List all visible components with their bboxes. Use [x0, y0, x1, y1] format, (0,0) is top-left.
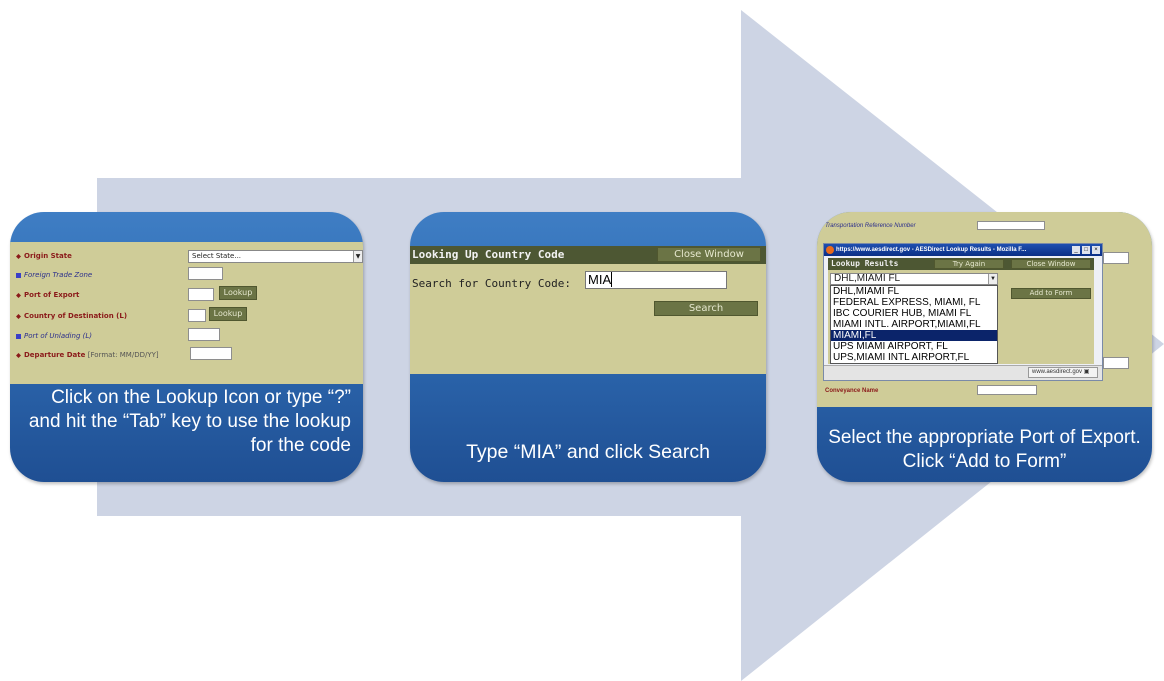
list-item[interactable]: UPS MIAMI AIRPORT, FL — [831, 341, 997, 352]
field-label: Departure Date [Format: MM/DD/YY] — [16, 351, 159, 359]
lookup-button[interactable]: Lookup — [209, 307, 247, 321]
chevron-down-icon: ▼ — [353, 251, 362, 262]
list-item[interactable]: DHL,MIAMI FL — [831, 286, 997, 297]
list-item-selected[interactable]: MIAMI,FL — [831, 330, 997, 341]
field-label: Country of Destination (L) — [16, 312, 127, 320]
search-input[interactable]: MIA — [585, 271, 727, 289]
field-label: Port of Export — [16, 291, 79, 299]
maximize-icon[interactable]: □ — [1082, 246, 1090, 254]
lookup-button[interactable]: Lookup — [219, 286, 257, 300]
close-window-button[interactable]: Close Window — [657, 247, 761, 262]
results-title: Lookup Results — [831, 259, 899, 268]
add-to-form-button[interactable]: Add to Form — [1011, 288, 1091, 299]
origin-state-select[interactable]: Select State... ▼ — [188, 250, 363, 263]
try-again-button[interactable]: Try Again — [934, 259, 1004, 269]
status-url: www.aesdirect.gov ▣ — [1028, 367, 1098, 378]
search-label: Search for Country Code: — [412, 277, 571, 290]
bg-field-label: Conveyance Name — [825, 388, 879, 394]
lookup-title: Looking Up Country Code — [412, 248, 565, 261]
bg-input — [977, 221, 1045, 230]
list-item[interactable]: IBC COURIER HUB, MIAMI FL — [831, 308, 997, 319]
lookup-screenshot: Looking Up Country Code Close Window Sea… — [410, 246, 766, 374]
window-titlebar: https://www.aesdirect.gov - AESDirect Lo… — [824, 244, 1102, 256]
bg-select — [1103, 252, 1129, 264]
bg-select — [1103, 357, 1129, 369]
lock-icon: ▣ — [1083, 369, 1090, 375]
step-card-1: Origin State Select State... ▼ Foreign Tr… — [10, 212, 363, 482]
status-bar: www.aesdirect.gov ▣ — [824, 365, 1102, 380]
results-dropdown-list[interactable]: DHL,MIAMI FL FEDERAL EXPRESS, MIAMI, FL … — [830, 285, 998, 364]
chevron-down-icon: ▼ — [988, 274, 997, 284]
results-select[interactable]: DHL,MIAMI FL ▼ — [830, 273, 998, 285]
results-header: Lookup Results Try Again Close Window — [828, 258, 1094, 270]
step-caption: Select the appropriate Port of Export. C… — [828, 427, 1141, 472]
lookup-header: Looking Up Country Code Close Window — [410, 246, 766, 264]
foreign-trade-zone-input[interactable] — [188, 267, 223, 280]
list-item[interactable]: FEDERAL EXPRESS, MIAMI, FL — [831, 297, 997, 308]
departure-date-input[interactable] — [190, 347, 232, 360]
form-screenshot: Origin State Select State... ▼ Foreign Tr… — [10, 242, 363, 384]
list-item[interactable]: UPS,MIAMI INTL AIRPORT,FL — [831, 352, 997, 363]
close-icon[interactable]: × — [1092, 246, 1100, 254]
field-label: Foreign Trade Zone — [16, 271, 92, 279]
step-card-3: Transportation Reference Number Conveyan… — [817, 212, 1152, 482]
step-card-2: Looking Up Country Code Close Window Sea… — [410, 212, 766, 482]
minimize-icon[interactable]: _ — [1072, 246, 1080, 254]
firefox-icon — [826, 246, 834, 254]
window-title: https://www.aesdirect.gov - AESDirect Lo… — [836, 247, 1027, 253]
field-label: Origin State — [16, 252, 72, 260]
close-window-button[interactable]: Close Window — [1011, 259, 1091, 269]
bg-field-label: Transportation Reference Number — [825, 223, 916, 229]
step-caption: Type “MIA” and click Search — [466, 441, 710, 463]
results-panel: Lookup Results Try Again Close Window DH… — [828, 258, 1094, 364]
results-screenshot: Transportation Reference Number Conveyan… — [817, 212, 1152, 407]
port-of-export-input[interactable] — [188, 288, 214, 301]
step-caption: Click on the Lookup Icon or type “?” and… — [28, 387, 351, 456]
search-button[interactable]: Search — [654, 301, 758, 316]
list-item[interactable]: MIAMI INTL. AIRPORT,MIAMI,FL — [831, 319, 997, 330]
bg-input — [977, 385, 1037, 395]
port-of-unlading-input[interactable] — [188, 328, 220, 341]
lookup-results-window: https://www.aesdirect.gov - AESDirect Lo… — [823, 243, 1103, 381]
field-label: Port of Unlading (L) — [16, 332, 92, 340]
country-destination-input[interactable] — [188, 309, 206, 322]
